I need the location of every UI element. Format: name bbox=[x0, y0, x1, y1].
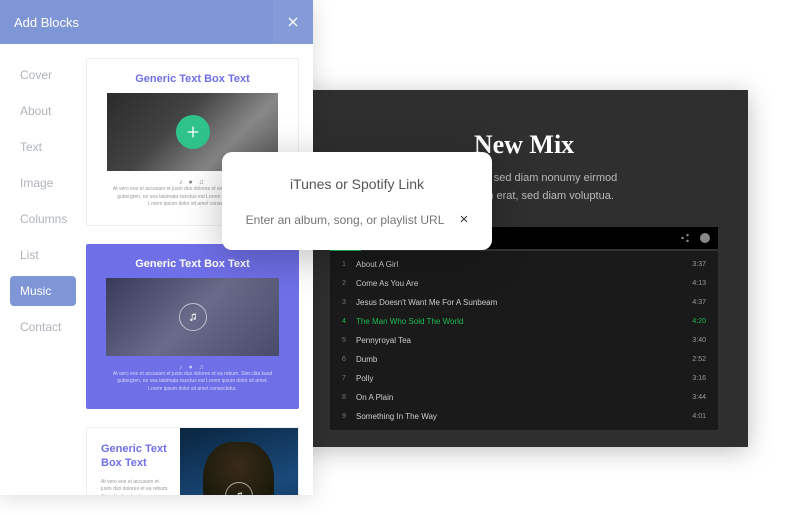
track-duration: 3:16 bbox=[692, 375, 706, 382]
nav-item-list[interactable]: List bbox=[10, 240, 76, 270]
nav-item-cover[interactable]: Cover bbox=[10, 60, 76, 90]
track-row[interactable]: 3Jesus Doesn't Want Me For A Sunbeam4:37 bbox=[330, 293, 718, 312]
track-name: Dumb bbox=[356, 355, 692, 364]
track-name: About A Girl bbox=[356, 260, 692, 269]
track-row[interactable]: 2Come As You Are4:13 bbox=[330, 274, 718, 293]
add-block-badge bbox=[176, 115, 210, 149]
track-row[interactable]: 4The Man Who Sold The World4:20 bbox=[330, 312, 718, 331]
track-duration: 4:20 bbox=[692, 318, 706, 325]
track-name: Something In The Way bbox=[356, 412, 692, 421]
block-template-hero-purple[interactable]: Generic Text Box Text ♪ ● ♫ At vero eos … bbox=[86, 244, 299, 410]
track-number: 7 bbox=[342, 375, 356, 382]
nav-item-columns[interactable]: Columns bbox=[10, 204, 76, 234]
track-name: Come As You Are bbox=[356, 279, 692, 288]
track-list: 1About A Girl3:372Come As You Are4:133Je… bbox=[330, 251, 718, 430]
close-icon bbox=[285, 14, 301, 30]
track-duration: 3:37 bbox=[692, 261, 706, 268]
track-row[interactable]: 1About A Girl3:37 bbox=[330, 255, 718, 274]
track-name: Polly bbox=[356, 374, 692, 383]
clear-input-button[interactable] bbox=[456, 212, 472, 228]
template-side-image bbox=[180, 428, 298, 495]
track-name: The Man Who Sold The World bbox=[356, 317, 692, 326]
track-duration: 4:13 bbox=[692, 280, 706, 287]
nav-item-about[interactable]: About bbox=[10, 96, 76, 126]
block-templates-list: Generic Text Box Text ♪ ● ♫ At vero eos … bbox=[86, 44, 313, 495]
track-number: 3 bbox=[342, 299, 356, 306]
track-number: 1 bbox=[342, 261, 356, 268]
popover-input-row bbox=[242, 212, 472, 228]
track-duration: 3:44 bbox=[692, 394, 706, 401]
template-title: Generic Text Box Text bbox=[101, 442, 170, 471]
template-title: Generic Text Box Text bbox=[107, 73, 278, 85]
spotify-icon[interactable] bbox=[700, 233, 710, 243]
nav-item-text[interactable]: Text bbox=[10, 132, 76, 162]
close-icon bbox=[458, 213, 470, 225]
track-duration: 3:40 bbox=[692, 337, 706, 344]
template-lorem: At vero eos et accusam et justo duo dolo… bbox=[101, 479, 170, 495]
track-number: 5 bbox=[342, 337, 356, 344]
popover-title: iTunes or Spotify Link bbox=[242, 176, 472, 192]
spotify-player[interactable]: 1About A Girl3:372Come As You Are4:133Je… bbox=[330, 227, 718, 430]
music-url-input[interactable] bbox=[242, 213, 448, 227]
track-row[interactable]: 8On A Plain3:44 bbox=[330, 388, 718, 407]
track-duration: 2:52 bbox=[692, 356, 706, 363]
panel-title: Add Blocks bbox=[14, 15, 79, 30]
track-row[interactable]: 7Polly3:16 bbox=[330, 369, 718, 388]
music-note-icon bbox=[234, 491, 244, 496]
track-number: 2 bbox=[342, 280, 356, 287]
nav-item-music[interactable]: Music bbox=[10, 276, 76, 306]
share-icon[interactable] bbox=[680, 233, 690, 243]
link-input-popover: iTunes or Spotify Link bbox=[222, 152, 492, 250]
template-hero-image bbox=[106, 278, 279, 356]
template-title: Generic Text Box Text bbox=[106, 258, 279, 270]
track-name: On A Plain bbox=[356, 393, 692, 402]
panel-header: Add Blocks bbox=[0, 0, 313, 44]
track-row[interactable]: 5Pennyroyal Tea3:40 bbox=[330, 331, 718, 350]
music-badge bbox=[179, 303, 207, 331]
track-row[interactable]: 6Dumb2:52 bbox=[330, 350, 718, 369]
track-duration: 4:37 bbox=[692, 299, 706, 306]
track-name: Jesus Doesn't Want Me For A Sunbeam bbox=[356, 298, 692, 307]
track-row[interactable]: 9Something In The Way4:01 bbox=[330, 407, 718, 426]
close-panel-button[interactable] bbox=[273, 0, 313, 44]
block-preview: New Mix lipscing elitr, sed diam nonumy … bbox=[300, 90, 748, 447]
block-template-split[interactable]: Generic Text Box Text At vero eos et acc… bbox=[86, 427, 299, 495]
music-note-icon bbox=[188, 312, 198, 322]
track-number: 4 bbox=[342, 318, 356, 325]
track-duration: 4:01 bbox=[692, 413, 706, 420]
track-number: 8 bbox=[342, 394, 356, 401]
panel-body: Cover About Text Image Columns List Musi… bbox=[0, 44, 313, 495]
template-lorem: At vero eos et accusam et justo duo dolo… bbox=[106, 371, 279, 394]
provider-icons: ♪ ● ♫ bbox=[106, 364, 279, 371]
plus-icon bbox=[185, 124, 201, 140]
nav-item-image[interactable]: Image bbox=[10, 168, 76, 198]
track-number: 6 bbox=[342, 356, 356, 363]
track-name: Pennyroyal Tea bbox=[356, 336, 692, 345]
nav-item-contact[interactable]: Contact bbox=[10, 312, 76, 342]
track-number: 9 bbox=[342, 413, 356, 420]
block-category-nav: Cover About Text Image Columns List Musi… bbox=[0, 44, 86, 495]
